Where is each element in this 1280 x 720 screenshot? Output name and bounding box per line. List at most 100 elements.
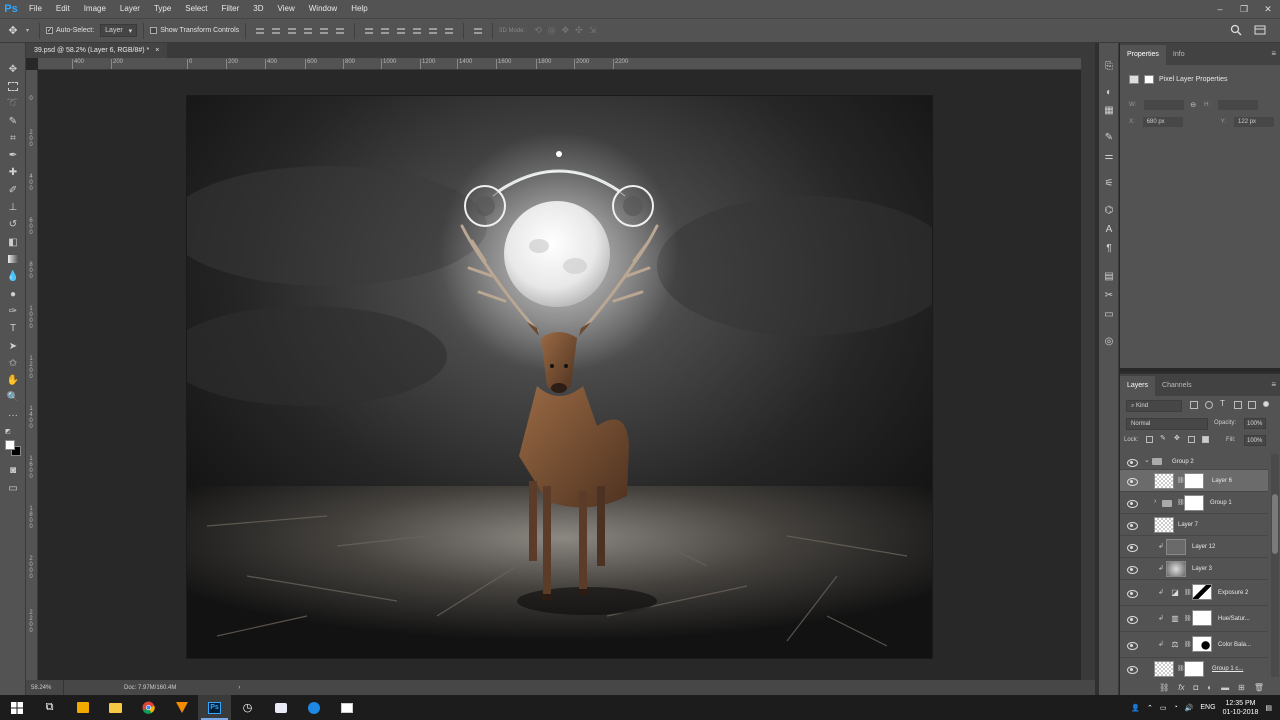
lock-position-icon[interactable]: ✥ xyxy=(1174,434,1181,442)
layer-row-exposure-2[interactable]: ↲ ◪ ⛓ Exposure 2 xyxy=(1120,580,1268,606)
color-panel-icon[interactable]: ◐ xyxy=(1102,85,1116,99)
notes-panel-icon[interactable]: ▭ xyxy=(1102,307,1116,321)
tool-preset-chevron-icon[interactable]: ▾ xyxy=(26,27,29,34)
panel-menu-icon[interactable]: ≡ xyxy=(1271,380,1276,389)
workspace-icon[interactable] xyxy=(1254,24,1266,36)
tab-info[interactable]: Info xyxy=(1166,45,1192,65)
close-button[interactable]: ✕ xyxy=(1256,0,1280,18)
distribute-top-icon[interactable] xyxy=(364,26,374,36)
mask-icon[interactable]: ◘ xyxy=(1193,683,1198,692)
fx-icon[interactable]: fx xyxy=(1178,683,1184,692)
people-icon[interactable]: 👤 xyxy=(1131,704,1140,712)
visibility-eye-icon[interactable] xyxy=(1127,500,1138,508)
opacity-input[interactable]: 100% xyxy=(1244,418,1266,429)
filter-shape-icon[interactable] xyxy=(1234,401,1242,409)
layer-row-hue-saturation[interactable]: ↲ ▥ ⛓ Hue/Satur... xyxy=(1120,606,1268,632)
chat-app-icon[interactable] xyxy=(264,695,297,720)
brush-panel-icon[interactable]: ✎ xyxy=(1102,130,1116,144)
layer-row-layer-12[interactable]: ↲ Layer 12 xyxy=(1120,536,1268,558)
notifications-icon[interactable]: ▤ xyxy=(1265,704,1272,712)
lasso-tool-icon[interactable]: ➰ xyxy=(5,96,21,110)
start-button-icon[interactable] xyxy=(0,695,33,720)
layer-row-layer-3[interactable]: ↲ Layer 3 xyxy=(1120,558,1268,580)
link-icon[interactable]: ⛓ xyxy=(1159,683,1169,692)
distribute-hcenter-icon[interactable] xyxy=(428,26,438,36)
tab-layers[interactable]: Layers xyxy=(1120,376,1156,396)
folder-icon[interactable]: ▬ xyxy=(1221,683,1229,692)
menu-help[interactable]: Help xyxy=(344,0,374,18)
x-field[interactable]: 680 px xyxy=(1142,117,1183,127)
more-tools-icon[interactable]: ··· xyxy=(5,408,21,422)
move-tool-icon[interactable]: ✥ xyxy=(5,62,21,76)
menu-select[interactable]: Select xyxy=(178,0,214,18)
distribute-left-icon[interactable] xyxy=(412,26,422,36)
document-artwork[interactable] xyxy=(187,96,932,658)
adjustment-icon[interactable]: ◐ xyxy=(1207,683,1212,692)
visibility-eye-icon[interactable] xyxy=(1127,616,1138,624)
filter-smart-object-icon[interactable] xyxy=(1248,401,1256,409)
visibility-eye-icon[interactable] xyxy=(1127,566,1138,574)
vlc-icon[interactable] xyxy=(165,695,198,720)
adjustments-panel-icon[interactable]: ⚟ xyxy=(1102,176,1116,190)
y-field[interactable]: 122 px xyxy=(1234,117,1275,127)
filter-toggle-icon[interactable] xyxy=(1263,401,1269,407)
align-left-icon[interactable] xyxy=(303,26,313,36)
language-indicator[interactable]: ENG xyxy=(1200,704,1215,711)
paths-panel-icon[interactable]: ◎ xyxy=(1102,334,1116,348)
menu-filter[interactable]: Filter xyxy=(215,0,247,18)
volume-icon[interactable]: 🔊 xyxy=(1185,704,1194,712)
hand-tool-icon[interactable]: ✋ xyxy=(5,373,21,387)
path-select-icon[interactable]: ➤ xyxy=(5,339,21,353)
distribute-right-icon[interactable] xyxy=(444,26,454,36)
distribute-vcenter-icon[interactable] xyxy=(380,26,390,36)
tab-channels[interactable]: Channels xyxy=(1155,376,1199,396)
layer-row-group-1-copy[interactable]: ⛓ Group 1 c... xyxy=(1120,658,1268,677)
store-icon[interactable] xyxy=(66,695,99,720)
fill-input[interactable]: 100% xyxy=(1244,435,1266,446)
network-icon[interactable]: ◔ xyxy=(1173,704,1177,711)
canvas-area[interactable] xyxy=(38,70,1081,680)
zoom-tool-icon[interactable]: 🔍 xyxy=(5,390,21,404)
photos-icon[interactable] xyxy=(330,695,363,720)
distribute-bottom-icon[interactable] xyxy=(396,26,406,36)
quick-mask-icon[interactable]: ◙ xyxy=(5,463,21,477)
screen-mode-icon[interactable]: ▭ xyxy=(5,481,21,495)
layer-row-group-1[interactable]: › ⛓ Group 1 xyxy=(1120,492,1268,514)
show-transform-controls-checkbox[interactable]: Show Transform Controls xyxy=(150,27,239,34)
chevron-up-icon[interactable]: ⌃ xyxy=(1147,704,1153,712)
h-field[interactable] xyxy=(1218,100,1259,110)
photoshop-taskbar-icon[interactable]: Ps xyxy=(198,695,231,720)
auto-select-dropdown[interactable]: Layer ▾ xyxy=(100,24,138,37)
visibility-eye-icon[interactable] xyxy=(1127,522,1138,530)
align-right-icon[interactable] xyxy=(335,26,345,36)
minimize-button[interactable]: – xyxy=(1208,0,1232,18)
zoom-level[interactable]: 58.24% xyxy=(26,680,64,695)
menu-layer[interactable]: Layer xyxy=(113,0,147,18)
scrollbar-thumb[interactable] xyxy=(1272,494,1278,554)
align-top-icon[interactable] xyxy=(255,26,265,36)
menu-3d[interactable]: 3D xyxy=(246,0,270,18)
align-bottom-icon[interactable] xyxy=(287,26,297,36)
new-layer-icon[interactable]: ⊞ xyxy=(1238,683,1245,692)
visibility-eye-icon[interactable] xyxy=(1127,590,1138,598)
w-field[interactable] xyxy=(1144,100,1185,110)
menu-type[interactable]: Type xyxy=(147,0,178,18)
layer-row-color-balance[interactable]: ↲ ⚖ ⛓ Color Bala... xyxy=(1120,632,1268,658)
panel-menu-icon[interactable]: ≡ xyxy=(1271,49,1276,58)
gradient-tool-icon[interactable] xyxy=(5,252,21,266)
move-tool-icon[interactable]: ✥ xyxy=(0,24,26,37)
menu-image[interactable]: Image xyxy=(77,0,113,18)
status-menu-arrow-icon[interactable]: › xyxy=(176,685,240,691)
crop-tool-icon[interactable]: ⌗ xyxy=(5,131,21,145)
filter-type-icon[interactable]: T xyxy=(1220,399,1228,408)
auto-align-icon[interactable] xyxy=(473,26,483,36)
lock-all-icon[interactable] xyxy=(1202,436,1209,443)
quick-select-tool-icon[interactable]: ✎ xyxy=(5,114,21,128)
task-view-icon[interactable]: ⧉ xyxy=(33,695,66,720)
clone-stamp-icon[interactable]: ⊥ xyxy=(5,200,21,214)
visibility-eye-icon[interactable] xyxy=(1127,544,1138,552)
search-icon[interactable] xyxy=(1230,24,1242,36)
lock-artboard-icon[interactable] xyxy=(1188,436,1195,443)
close-tab-icon[interactable]: × xyxy=(155,47,159,54)
visibility-eye-icon[interactable] xyxy=(1127,478,1138,486)
